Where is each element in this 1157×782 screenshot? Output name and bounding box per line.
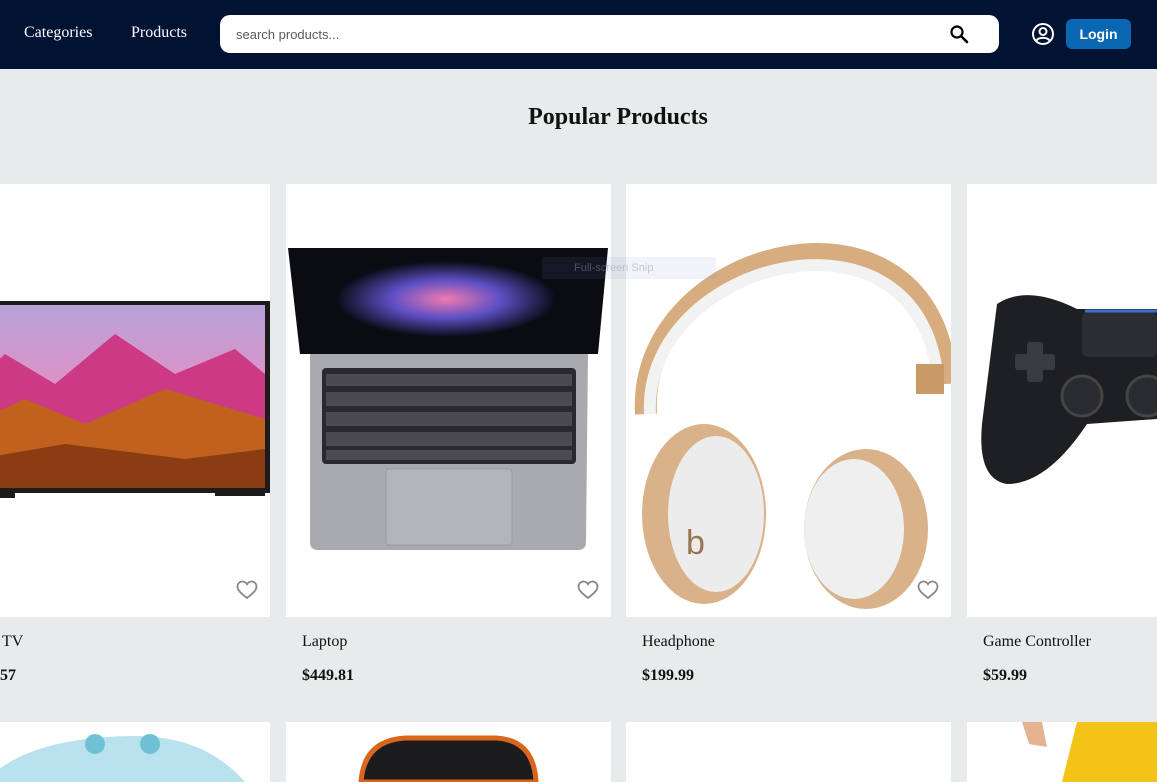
top-navbar: Categories Products Login	[0, 0, 1157, 69]
product-card-row2-3[interactable]	[626, 722, 951, 782]
heart-icon[interactable]	[577, 580, 599, 600]
product-name: Laptop	[302, 633, 348, 650]
search-input[interactable]	[236, 15, 936, 53]
nav-products-link[interactable]: Products	[131, 24, 187, 42]
section-title: Popular Products	[528, 104, 708, 130]
product-name: TV	[2, 633, 24, 650]
product-card-laptop[interactable]	[286, 184, 611, 617]
product-image	[358, 735, 539, 782]
product-price: $199.99	[642, 667, 694, 684]
product-card-game-controller[interactable]	[967, 184, 1157, 617]
laptop-image	[288, 248, 608, 550]
product-image	[0, 734, 245, 782]
product-card-row2-2[interactable]	[286, 722, 611, 782]
product-card-row2-4[interactable]	[967, 722, 1157, 782]
account-icon[interactable]	[1031, 22, 1055, 46]
heart-icon[interactable]	[236, 580, 258, 600]
product-name: Game Controller	[983, 633, 1091, 650]
product-price: $449.81	[302, 667, 354, 684]
game-controller-image	[981, 295, 1157, 484]
product-name: Headphone	[642, 633, 715, 650]
tv-image	[0, 301, 270, 498]
search-bar	[220, 15, 999, 53]
snip-overlay: Full-screen Snip	[542, 257, 716, 279]
heart-icon[interactable]	[917, 580, 939, 600]
svg-text:b: b	[686, 524, 705, 562]
nav-categories-link[interactable]: Categories	[24, 24, 92, 42]
product-card-headphone[interactable]: b	[626, 184, 951, 617]
product-card-row2-1[interactable]	[0, 722, 270, 782]
product-card-tv[interactable]	[0, 184, 270, 617]
login-button[interactable]: Login	[1066, 19, 1131, 49]
product-price: $59.99	[983, 667, 1027, 684]
headphone-image: b	[634, 243, 951, 609]
product-image	[1022, 722, 1157, 782]
product-price: 57	[0, 667, 16, 684]
search-icon[interactable]	[949, 24, 969, 44]
